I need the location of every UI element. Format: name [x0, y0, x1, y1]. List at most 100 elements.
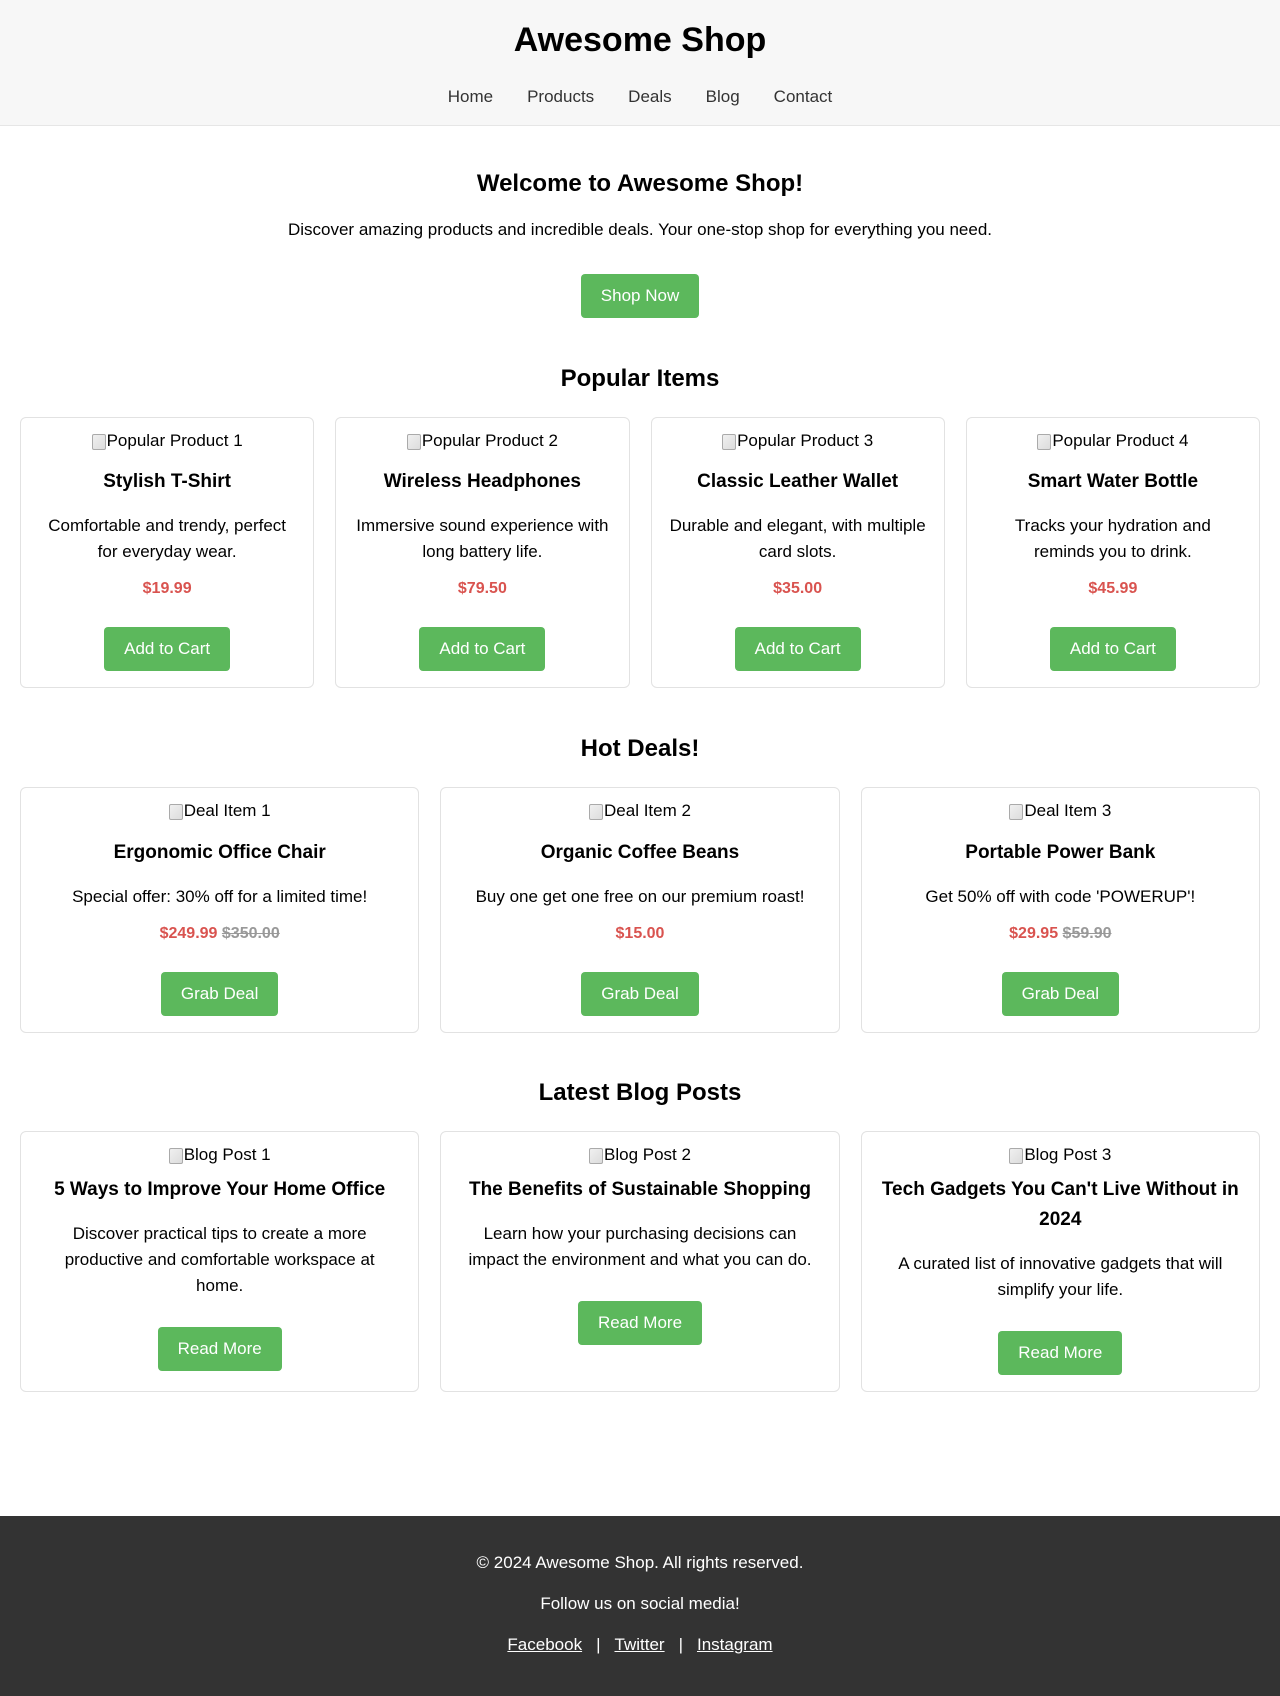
nav-item-blog[interactable]: Blog — [706, 86, 740, 108]
product-image-alt: Popular Product 2 — [421, 431, 558, 450]
blog-post-excerpt: A curated list of innovative gadgets tha… — [898, 1254, 1223, 1300]
broken-image-icon — [406, 434, 421, 450]
product-description: Tracks your hydration and reminds you to… — [1014, 516, 1211, 562]
product-name: Wireless Headphones — [383, 471, 582, 493]
hero-text: Discover amazing products and incredible… — [287, 220, 993, 239]
deal-name: Ergonomic Office Chair — [113, 841, 326, 863]
broken-image-icon — [589, 1147, 604, 1164]
product-card: Popular Product 2 Wireless Headphones Im… — [335, 417, 630, 689]
add-to-cart-button[interactable]: Add to Cart — [734, 627, 861, 672]
blog-image-alt: Blog Post 2 — [604, 1144, 691, 1164]
main-content: Welcome to Awesome Shop! Discover amazin… — [0, 126, 1280, 1393]
link-separator: | — [678, 1635, 683, 1654]
site-title: Awesome Shop — [513, 21, 767, 59]
read-more-button[interactable]: Read More — [157, 1327, 282, 1372]
facebook-link[interactable]: Facebook — [507, 1635, 582, 1654]
deal-description: Get 50% off with code 'POWERUP'! — [925, 886, 1196, 906]
deal-image: Deal Item 1 — [168, 800, 271, 822]
product-image-alt: Popular Product 4 — [1052, 431, 1189, 450]
deal-price-row: $249.99 $350.00 — [39, 924, 400, 944]
blog-section: Latest Blog Posts Blog Post 1 5 Ways to … — [0, 1077, 1280, 1393]
product-card: Popular Product 4 Smart Water Bottle Tra… — [965, 417, 1260, 689]
broken-image-icon — [589, 804, 604, 821]
product-image: Popular Product 3 — [722, 430, 873, 452]
deal-price: $15.00 — [615, 924, 665, 942]
product-description: Durable and elegant, with multiple card … — [669, 516, 926, 562]
hot-deals-section: Hot Deals! Deal Item 1 Ergonomic Office … — [0, 733, 1280, 1033]
site-footer: © 2024 Awesome Shop. All rights reserved… — [0, 1516, 1280, 1696]
deal-image: Deal Item 3 — [1009, 800, 1111, 822]
deal-old-price: $350.00 — [221, 924, 280, 942]
deal-description: Special offer: 30% off for a limited tim… — [72, 886, 368, 906]
blog-image: Blog Post 2 — [589, 1144, 691, 1166]
deal-price: $249.99 — [159, 924, 218, 942]
deal-card: Deal Item 1 Ergonomic Office Chair Speci… — [20, 787, 420, 1033]
deal-description: Buy one get one free on our premium roas… — [475, 886, 805, 906]
blog-image: Blog Post 1 — [168, 1144, 271, 1166]
blog-grid: Blog Post 1 5 Ways to Improve Your Home … — [0, 1130, 1280, 1393]
deal-image-alt: Deal Item 3 — [1024, 801, 1112, 821]
read-more-button[interactable]: Read More — [577, 1301, 703, 1346]
deal-name: Portable Power Bank — [965, 841, 1156, 863]
add-to-cart-button[interactable]: Add to Cart — [1049, 627, 1176, 672]
broken-image-icon — [1037, 434, 1052, 450]
instagram-link[interactable]: Instagram — [697, 1635, 773, 1654]
broken-image-icon — [1009, 1147, 1024, 1164]
product-image: Popular Product 4 — [1037, 430, 1188, 452]
grab-deal-button[interactable]: Grab Deal — [160, 971, 279, 1016]
blog-post-excerpt: Discover practical tips to create a more… — [64, 1224, 375, 1296]
nav-item-products[interactable]: Products — [527, 86, 594, 108]
hero-title: Welcome to Awesome Shop! — [476, 170, 804, 197]
shop-now-button[interactable]: Shop Now — [580, 274, 700, 318]
product-price: $45.99 — [1088, 580, 1138, 598]
product-image-alt: Popular Product 1 — [106, 431, 243, 450]
blog-card: Blog Post 1 5 Ways to Improve Your Home … — [20, 1130, 420, 1393]
link-separator: | — [596, 1635, 601, 1654]
deal-old-price: $59.90 — [1062, 924, 1112, 942]
blog-card: Blog Post 2 The Benefits of Sustainable … — [440, 1130, 840, 1393]
blog-post-excerpt: Learn how your purchasing decisions can … — [468, 1224, 812, 1270]
product-image-alt: Popular Product 3 — [737, 431, 874, 450]
read-more-button[interactable]: Read More — [998, 1331, 1123, 1376]
broken-image-icon — [91, 434, 106, 450]
deal-name: Organic Coffee Beans — [540, 841, 740, 863]
popular-items-grid: Popular Product 1 Stylish T-Shirt Comfor… — [0, 417, 1280, 689]
product-price: $19.99 — [142, 580, 192, 598]
add-to-cart-button[interactable]: Add to Cart — [419, 627, 546, 672]
deal-card: Deal Item 2 Organic Coffee Beans Buy one… — [440, 787, 840, 1033]
copyright-text: © 2024 Awesome Shop. All rights reserved… — [476, 1553, 804, 1572]
nav-item-contact[interactable]: Contact — [774, 86, 833, 108]
twitter-link[interactable]: Twitter — [615, 1635, 665, 1654]
grab-deal-button[interactable]: Grab Deal — [581, 971, 699, 1016]
product-image: Popular Product 1 — [91, 430, 243, 452]
deal-card: Deal Item 3 Portable Power Bank Get 50% … — [860, 787, 1260, 1033]
blog-card: Blog Post 3 Tech Gadgets You Can't Live … — [860, 1130, 1260, 1393]
product-image: Popular Product 2 — [406, 430, 558, 452]
deal-price-row: $29.95 $59.90 — [880, 924, 1241, 944]
deal-image-alt: Deal Item 2 — [604, 801, 691, 821]
main-nav: Home Products Deals Blog Contact — [0, 86, 1280, 108]
deal-price: $29.95 — [1009, 924, 1059, 942]
hot-deals-grid: Deal Item 1 Ergonomic Office Chair Speci… — [0, 787, 1280, 1033]
site-header: Awesome Shop Home Products Deals Blog Co… — [0, 0, 1280, 126]
hero-section: Welcome to Awesome Shop! Discover amazin… — [0, 126, 1280, 318]
broken-image-icon — [722, 434, 737, 450]
add-to-cart-button[interactable]: Add to Cart — [104, 627, 231, 672]
product-name: Stylish T-Shirt — [103, 471, 231, 493]
blog-post-title: The Benefits of Sustainable Shopping — [468, 1179, 811, 1201]
deal-price-row: $15.00 — [459, 924, 820, 944]
social-links: Facebook | Twitter | Instagram — [0, 1634, 1280, 1656]
popular-items-section: Popular Items Popular Product 1 Stylish … — [0, 363, 1280, 689]
deal-image-alt: Deal Item 1 — [183, 801, 271, 821]
nav-item-deals[interactable]: Deals — [628, 86, 671, 108]
blog-image-alt: Blog Post 1 — [183, 1144, 271, 1164]
product-price: $79.50 — [457, 580, 507, 598]
product-name: Classic Leather Wallet — [697, 471, 899, 493]
nav-item-home[interactable]: Home — [448, 86, 493, 108]
broken-image-icon — [168, 1147, 183, 1164]
product-card: Popular Product 3 Classic Leather Wallet… — [650, 417, 945, 689]
blog-post-title: 5 Ways to Improve Your Home Office — [54, 1179, 386, 1201]
grab-deal-button[interactable]: Grab Deal — [1001, 971, 1120, 1016]
product-description: Comfortable and trendy, perfect for ever… — [48, 516, 287, 562]
blog-title: Latest Blog Posts — [538, 1078, 742, 1106]
